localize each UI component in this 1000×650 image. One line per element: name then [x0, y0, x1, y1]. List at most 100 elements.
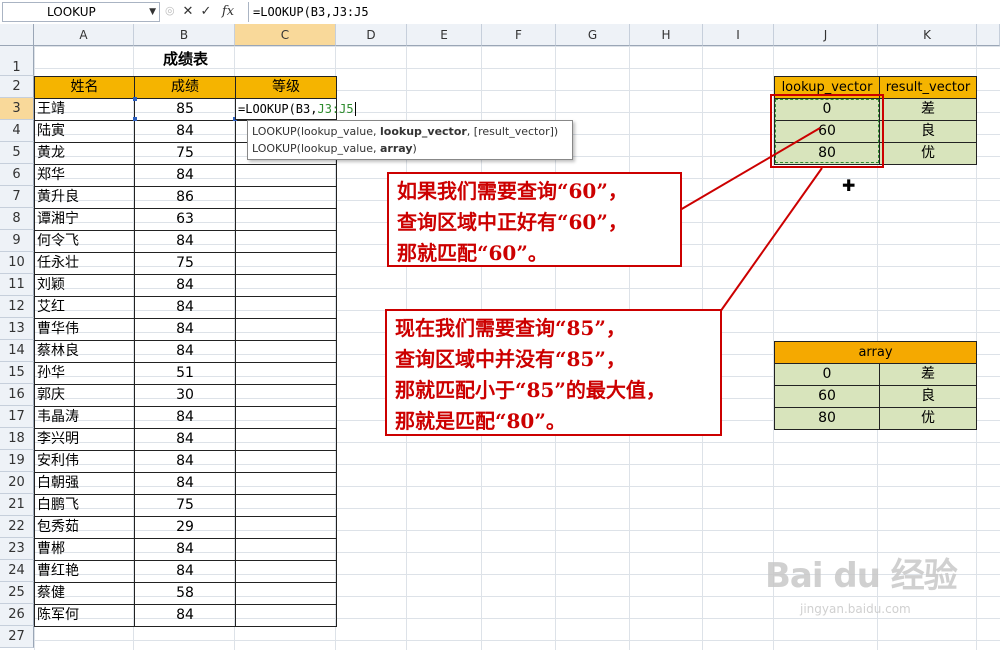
column-header-j[interactable]: J — [774, 24, 878, 46]
student-name-cell[interactable]: 王靖 — [34, 98, 135, 121]
student-name-cell[interactable]: 安利伟 — [34, 450, 135, 473]
student-score-cell[interactable]: 75 — [134, 494, 236, 517]
active-edit-cell[interactable]: =LOOKUP(B3,J3:J5 — [235, 98, 363, 120]
student-score-cell[interactable]: 84 — [134, 296, 236, 319]
row-header-9[interactable]: 9 — [0, 230, 34, 252]
column-header-e[interactable]: E — [407, 24, 482, 46]
row-header-24[interactable]: 24 — [0, 560, 34, 582]
row-header-13[interactable]: 13 — [0, 318, 34, 340]
student-score-cell[interactable]: 84 — [134, 560, 236, 583]
row-header-14[interactable]: 14 — [0, 340, 34, 362]
student-grade-cell[interactable] — [235, 208, 337, 231]
row-header-26[interactable]: 26 — [0, 604, 34, 626]
row-header-23[interactable]: 23 — [0, 538, 34, 560]
selection-handle[interactable] — [133, 97, 137, 101]
row-header-27[interactable]: 27 — [0, 626, 34, 648]
student-grade-cell[interactable] — [235, 362, 337, 385]
student-score-cell[interactable]: 84 — [134, 538, 236, 561]
student-score-cell[interactable]: 84 — [134, 450, 236, 473]
student-name-cell[interactable]: 黄升良 — [34, 186, 135, 209]
column-header-k[interactable]: K — [878, 24, 977, 46]
student-score-cell[interactable]: 84 — [134, 120, 236, 143]
array-lookup-cell[interactable]: 60 — [774, 385, 880, 408]
row-header-22[interactable]: 22 — [0, 516, 34, 538]
student-score-cell[interactable]: 84 — [134, 472, 236, 495]
row-header-7[interactable]: 7 — [0, 186, 34, 208]
header-array[interactable]: array — [774, 341, 977, 364]
student-name-cell[interactable]: 蔡林良 — [34, 340, 135, 363]
student-name-cell[interactable]: 曹郴 — [34, 538, 135, 561]
name-box[interactable]: LOOKUP ▼ — [2, 2, 160, 22]
student-name-cell[interactable]: 白鹏飞 — [34, 494, 135, 517]
student-name-cell[interactable]: 郑华 — [34, 164, 135, 187]
result-vector-cell[interactable]: 优 — [879, 142, 977, 165]
student-grade-cell[interactable] — [235, 164, 337, 187]
student-score-cell[interactable]: 86 — [134, 186, 236, 209]
student-name-cell[interactable]: 刘颖 — [34, 274, 135, 297]
row-header-12[interactable]: 12 — [0, 296, 34, 318]
student-grade-cell[interactable] — [235, 560, 337, 583]
student-grade-cell[interactable] — [235, 230, 337, 253]
array-result-cell[interactable]: 差 — [879, 363, 977, 386]
student-score-cell[interactable]: 29 — [134, 516, 236, 539]
student-grade-cell[interactable] — [235, 296, 337, 319]
row-header-15[interactable]: 15 — [0, 362, 34, 384]
column-header-a[interactable]: A — [34, 24, 134, 46]
column-header-g[interactable]: G — [556, 24, 630, 46]
select-all-corner[interactable] — [0, 24, 34, 46]
student-grade-cell[interactable] — [235, 538, 337, 561]
student-grade-cell[interactable] — [235, 516, 337, 539]
row-header-16[interactable]: 16 — [0, 384, 34, 406]
enter-icon[interactable]: ✓ — [198, 3, 214, 21]
chevron-down-icon[interactable]: ▼ — [149, 3, 156, 21]
header-name[interactable]: 姓名 — [34, 76, 135, 99]
row-header-18[interactable]: 18 — [0, 428, 34, 450]
student-grade-cell[interactable] — [235, 604, 337, 627]
row-header-20[interactable]: 20 — [0, 472, 34, 494]
student-score-cell[interactable]: 84 — [134, 164, 236, 187]
row-header-21[interactable]: 21 — [0, 494, 34, 516]
column-header-c[interactable]: C — [235, 24, 336, 46]
cancel-icon[interactable]: ✕ — [180, 3, 196, 21]
student-name-cell[interactable]: 陆寅 — [34, 120, 135, 143]
row-header-1[interactable]: 1 — [0, 46, 34, 76]
student-score-cell[interactable]: 85 — [134, 98, 236, 121]
student-score-cell[interactable]: 84 — [134, 604, 236, 627]
student-name-cell[interactable]: 黄龙 — [34, 142, 135, 165]
student-score-cell[interactable]: 51 — [134, 362, 236, 385]
header-grade[interactable]: 等级 — [235, 76, 337, 99]
student-name-cell[interactable]: 白朝强 — [34, 472, 135, 495]
student-name-cell[interactable]: 郭庆 — [34, 384, 135, 407]
student-score-cell[interactable]: 58 — [134, 582, 236, 605]
student-name-cell[interactable]: 包秀茹 — [34, 516, 135, 539]
student-grade-cell[interactable] — [235, 252, 337, 275]
student-score-cell[interactable]: 84 — [134, 406, 236, 429]
splitter-icon[interactable]: ◎ — [165, 4, 175, 20]
row-header-3[interactable]: 3 — [0, 98, 34, 120]
student-score-cell[interactable]: 30 — [134, 384, 236, 407]
student-score-cell[interactable]: 84 — [134, 340, 236, 363]
student-grade-cell[interactable] — [235, 450, 337, 473]
student-score-cell[interactable]: 84 — [134, 274, 236, 297]
selection-handle[interactable] — [133, 117, 137, 121]
row-header-11[interactable]: 11 — [0, 274, 34, 296]
column-header-d[interactable]: D — [336, 24, 407, 46]
student-name-cell[interactable]: 何令飞 — [34, 230, 135, 253]
student-grade-cell[interactable] — [235, 186, 337, 209]
student-name-cell[interactable]: 蔡健 — [34, 582, 135, 605]
tooltip-line-vector[interactable]: LOOKUP(lookup_value, lookup_vector, [res… — [252, 123, 568, 140]
student-score-cell[interactable]: 84 — [134, 428, 236, 451]
array-lookup-cell[interactable]: 0 — [774, 363, 880, 386]
row-header-4[interactable]: 4 — [0, 120, 34, 142]
row-header-17[interactable]: 17 — [0, 406, 34, 428]
student-name-cell[interactable]: 陈军何 — [34, 604, 135, 627]
array-lookup-cell[interactable]: 80 — [774, 407, 880, 430]
student-name-cell[interactable]: 孙华 — [34, 362, 135, 385]
student-grade-cell[interactable] — [235, 340, 337, 363]
array-result-cell[interactable]: 良 — [879, 385, 977, 408]
student-name-cell[interactable]: 韦晶涛 — [34, 406, 135, 429]
result-vector-cell[interactable]: 差 — [879, 98, 977, 121]
student-grade-cell[interactable] — [235, 318, 337, 341]
student-grade-cell[interactable] — [235, 494, 337, 517]
row-header-8[interactable]: 8 — [0, 208, 34, 230]
